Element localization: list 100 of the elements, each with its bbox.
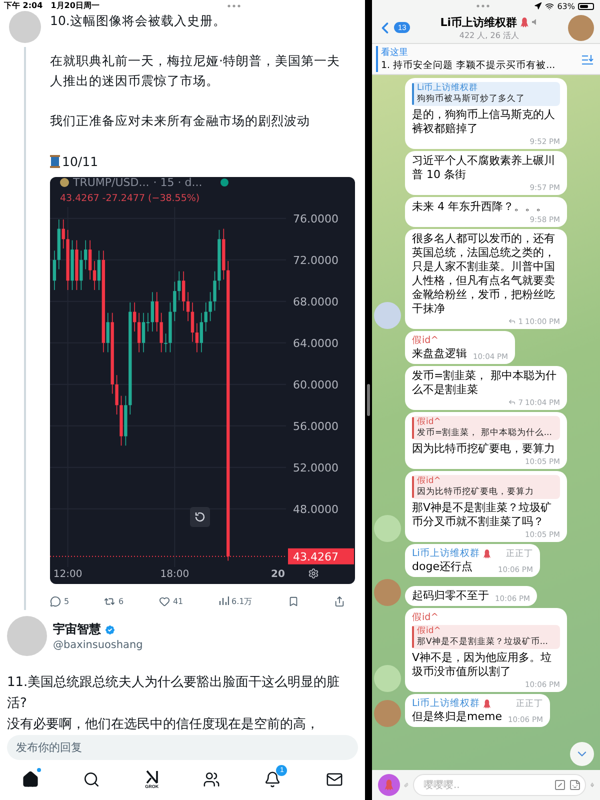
views-icon	[218, 596, 228, 606]
quote-author: 假id^	[417, 626, 442, 637]
time-label: 12:00	[53, 569, 82, 580]
avatar-photo[interactable]	[7, 616, 47, 656]
message-text: 很多名人都可以发币的，还有英国总统，法国总统之类的，只是人家不割韭菜。川普中国人性格，但凡有点名气就要卖金靴给粉丝，发币，把粉丝吃干抹净	[412, 232, 556, 316]
price-tick: 64.0000	[293, 336, 338, 350]
price-tick: 76.0000	[293, 212, 338, 226]
like-icon	[158, 596, 170, 606]
avatar-photo[interactable]	[9, 11, 41, 43]
live-dot-icon	[220, 178, 230, 186]
message-text: 习近平个人不腐败素养上碾川普 10 条街	[412, 154, 556, 182]
message-text: 未来 4 年东升西降？。。。	[412, 200, 547, 214]
quote-author: Li币上访维权群	[417, 83, 480, 94]
admin-title: 正正丁	[504, 548, 533, 560]
status-date: 1月20日周一	[50, 0, 100, 11]
status-time: 下午 2:04	[4, 0, 43, 11]
avatar-photo[interactable]	[374, 700, 401, 727]
reply-arrow-icon	[508, 317, 516, 325]
settings-icon[interactable]	[309, 568, 318, 578]
tweet-text: 10.这幅图像将会被载入史册。	[50, 12, 227, 30]
price-tick: 56.0000	[293, 420, 338, 433]
squid-icon	[482, 698, 492, 708]
message-text: 发币=割韭菜， 那中本聪为什么不是割韭菜	[412, 369, 558, 397]
pinned-list-icon[interactable]	[581, 54, 594, 64]
sender-name: Li币上访维权群	[412, 697, 480, 710]
chat-title: Li币上访维权群	[440, 14, 518, 30]
muted-icon	[532, 19, 538, 25]
coin-icon	[60, 178, 69, 186]
message-text: 因为比特币挖矿要电，要算力	[412, 442, 555, 456]
reply-quote[interactable]: Li币上访维权群 狗狗币被马斯可炒了多久了	[412, 82, 560, 106]
wifi-icon	[545, 2, 554, 10]
reply-button[interactable]: 5	[50, 592, 70, 610]
bookmark-icon	[288, 596, 299, 606]
reply-quote[interactable]: 假id^ 那V神是不是割韭菜？垃圾矿币...	[412, 625, 560, 649]
quote-text: 狗狗币被马斯可炒了多久了	[417, 94, 525, 105]
message-text: V神不是，因为他应用多。垃圾币没市值所以割了	[412, 651, 553, 679]
reply-icon	[50, 596, 61, 606]
price-tick: 48.0000	[293, 502, 338, 516]
price-tick: 68.0000	[293, 295, 338, 308]
chart-interval: · 15 · d...	[153, 177, 202, 188]
quote-text: 发币=割韭菜， 那中本聪为什么...	[417, 428, 552, 439]
split-handle[interactable]	[367, 384, 370, 416]
multitask-dots-icon[interactable]	[227, 4, 242, 8]
thread-counter: 10/11	[62, 154, 98, 168]
tweet-text: 11.美国总统跟总统夫人为什么要豁出脸面干这么明显的脏活?	[7, 674, 341, 713]
sender-name: 假id^	[412, 611, 439, 624]
message-text: 那V神是不是割韭菜？垃圾矿币分叉币就不割韭菜了吗？	[412, 501, 553, 529]
message-text: 是的，狗狗币上信马斯克的人裤衩都赔掉了	[412, 108, 556, 136]
author-handle: @baxinsuoshang	[53, 639, 143, 651]
location-icon	[534, 2, 542, 10]
quote-author: 假id^	[417, 417, 442, 428]
repost-icon	[104, 596, 116, 606]
bot-avatar[interactable]	[378, 774, 400, 796]
chart-symbol: TRUMP/USD...	[73, 177, 150, 188]
pinned-title: 看这里	[381, 46, 409, 59]
quote-text: 那V神是不是割韭菜？垃圾矿币...	[417, 637, 548, 648]
message-field[interactable]: 嘤嘤嘤..	[412, 774, 586, 796]
pinned-text: 1. 持币安全问题 李颖不提示买币有被...	[381, 59, 556, 72]
battery-icon	[578, 2, 594, 10]
message-text: 来盘盘逻辑	[412, 347, 467, 361]
command-icon[interactable]	[554, 779, 566, 791]
squid-icon	[482, 548, 492, 558]
quote-text: 因为比特币挖矿要电，要算力	[417, 487, 534, 498]
message-text: 起码归零不至于	[412, 589, 489, 603]
sender-name: Li币上访维权群	[412, 547, 480, 560]
admin-title: 正正丁	[514, 698, 543, 710]
sticker-icon[interactable]	[568, 779, 580, 791]
thread-spool-icon	[50, 154, 60, 168]
chat-subtitle: 422 人, 26 活人	[459, 30, 519, 40]
reply-arrow-icon	[508, 398, 516, 406]
squid-icon	[519, 16, 530, 28]
multitask-dots-icon[interactable]	[476, 4, 490, 8]
sender-name: 假id^	[412, 334, 439, 347]
views-button[interactable]: 6.1万	[218, 592, 252, 610]
pinned-message[interactable]: 看这里 1. 持币安全问题 李颖不提示买币有被...	[372, 43, 600, 75]
reply-quote[interactable]: 假id^ 发币=割韭菜， 那中本聪为什么...	[412, 416, 560, 440]
squid-icon	[383, 779, 395, 791]
group-avatar[interactable]	[568, 14, 594, 40]
tweet-text: 我们正准备应对未来所有金融市场的剧烈波动	[50, 112, 311, 130]
reply-quote[interactable]: 假id^ 因为比特币挖矿要电，要算力	[412, 475, 560, 499]
like-button[interactable]: 41	[158, 592, 184, 610]
tweet-text: 在就职典礼前一天，梅拉尼娅·特朗普，美国第一夫人推出的迷因币震惊了市场。	[50, 52, 341, 90]
price-label: 43.4267	[288, 548, 354, 564]
date-label: 20	[271, 569, 285, 580]
tweet-text: 没有必要啊，他们在选民中的信任度现在是空前的高，	[7, 716, 320, 734]
message-text: 但是终归是meme	[412, 710, 502, 724]
message-text: doge还行点	[412, 560, 472, 574]
price-tick: 72.0000	[293, 254, 338, 267]
chart-quote: 43.4267 -27.2477 (−38.55%)	[59, 192, 201, 206]
repost-button[interactable]: 6	[104, 592, 124, 610]
share-icon	[334, 596, 345, 606]
price-tick: 52.0000	[293, 461, 338, 474]
time-label: 18:00	[160, 569, 190, 580]
scroll-down-button[interactable]	[570, 742, 594, 766]
battery-percent: 63%	[557, 2, 575, 10]
reply-field[interactable]: 发布你的回复	[7, 735, 358, 760]
avatar-photo[interactable]	[374, 579, 401, 606]
quote-author: 假id^	[417, 476, 442, 487]
author-name: 宇宙智慧	[53, 621, 101, 638]
reset-button[interactable]	[190, 507, 210, 527]
